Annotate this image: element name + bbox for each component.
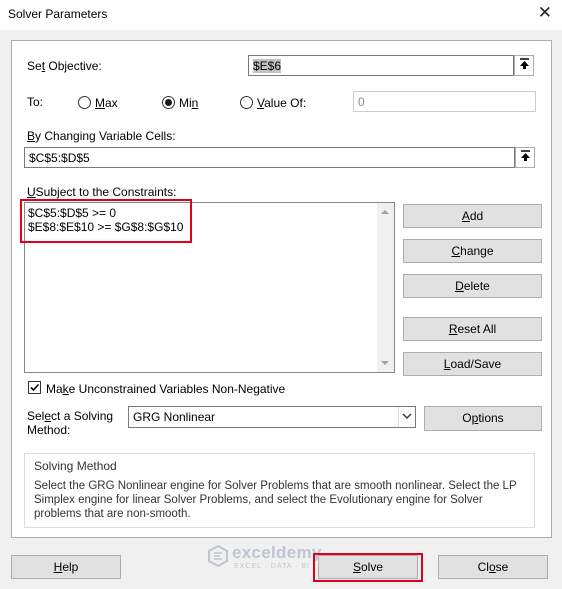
range-select-icon	[520, 58, 529, 69]
to-label: To:	[27, 95, 44, 109]
change-button[interactable]: Change	[403, 239, 542, 263]
watermark-name: exceldemy	[232, 543, 322, 562]
constraints-label: USubject to the Constraints:	[27, 185, 177, 199]
constraints-scrollbar[interactable]	[377, 203, 394, 372]
dropdown-button[interactable]	[398, 407, 415, 427]
solving-method-select[interactable]: GRG Nonlinear	[128, 406, 416, 428]
range-select-icon	[521, 150, 530, 161]
chevron-down-icon	[402, 413, 412, 419]
constraints-list[interactable]: $C$5:$D$5 >= 0 $E$8:$E$10 >= $G$8:$G$10	[24, 202, 395, 373]
objective-label: Set Objective:	[27, 59, 102, 73]
checkmark-icon	[30, 383, 40, 392]
options-button[interactable]: Options	[424, 406, 542, 431]
changing-cells-collapse-button[interactable]	[515, 147, 535, 168]
window-title: Solver Parameters	[8, 7, 108, 21]
solve-button[interactable]: Solve	[318, 555, 418, 579]
solving-method-label-line1: Select a Solving	[27, 409, 114, 423]
objective-input[interactable]: $E$6	[248, 55, 514, 76]
list-item[interactable]: $C$5:$D$5 >= 0	[28, 206, 116, 220]
nonneg-label: Make Unconstrained Variables Non-Negativ…	[46, 382, 286, 396]
max-label: Max	[95, 96, 118, 110]
objective-value: $E$6	[253, 59, 282, 73]
solving-method-value: GRG Nonlinear	[133, 410, 216, 424]
changing-cells-label: By Changing Variable Cells:	[27, 129, 176, 143]
delete-button[interactable]: Delete	[403, 274, 542, 298]
solving-method-label-line2: Method:	[27, 423, 71, 437]
max-radio[interactable]	[78, 96, 91, 109]
add-button[interactable]: Add	[403, 204, 542, 228]
scroll-down-icon[interactable]	[381, 361, 389, 365]
title-bar: Solver Parameters ✕	[0, 0, 562, 30]
valueof-radio[interactable]	[240, 96, 253, 109]
reset-all-button[interactable]: Reset All	[403, 317, 542, 341]
close-button[interactable]: Close	[438, 555, 548, 579]
load-save-button[interactable]: Load/Save	[403, 352, 542, 376]
valueof-input[interactable]: 0	[353, 91, 536, 112]
close-icon[interactable]: ✕	[538, 3, 552, 23]
solving-method-group: Solving Method Select the GRG Nonlinear …	[24, 453, 535, 528]
solving-method-description: Select the GRG Nonlinear engine for Solv…	[34, 480, 517, 520]
changing-cells-input[interactable]: $C$5:$D$5	[24, 147, 515, 168]
objective-collapse-button[interactable]	[514, 55, 534, 76]
scroll-up-icon[interactable]	[381, 210, 389, 214]
help-button[interactable]: Help	[11, 555, 121, 579]
min-label: Min	[179, 96, 199, 110]
min-radio[interactable]	[162, 96, 175, 109]
nonneg-checkbox[interactable]	[28, 381, 41, 394]
exceldemy-logo-icon	[208, 545, 228, 567]
list-item[interactable]: $E$8:$E$10 >= $G$8:$G$10	[28, 220, 183, 234]
valueof-label: Value Of:	[257, 96, 307, 110]
watermark-tagline: EXCEL · DATA · BI	[234, 563, 310, 570]
solving-method-title: Solving Method	[34, 459, 117, 473]
